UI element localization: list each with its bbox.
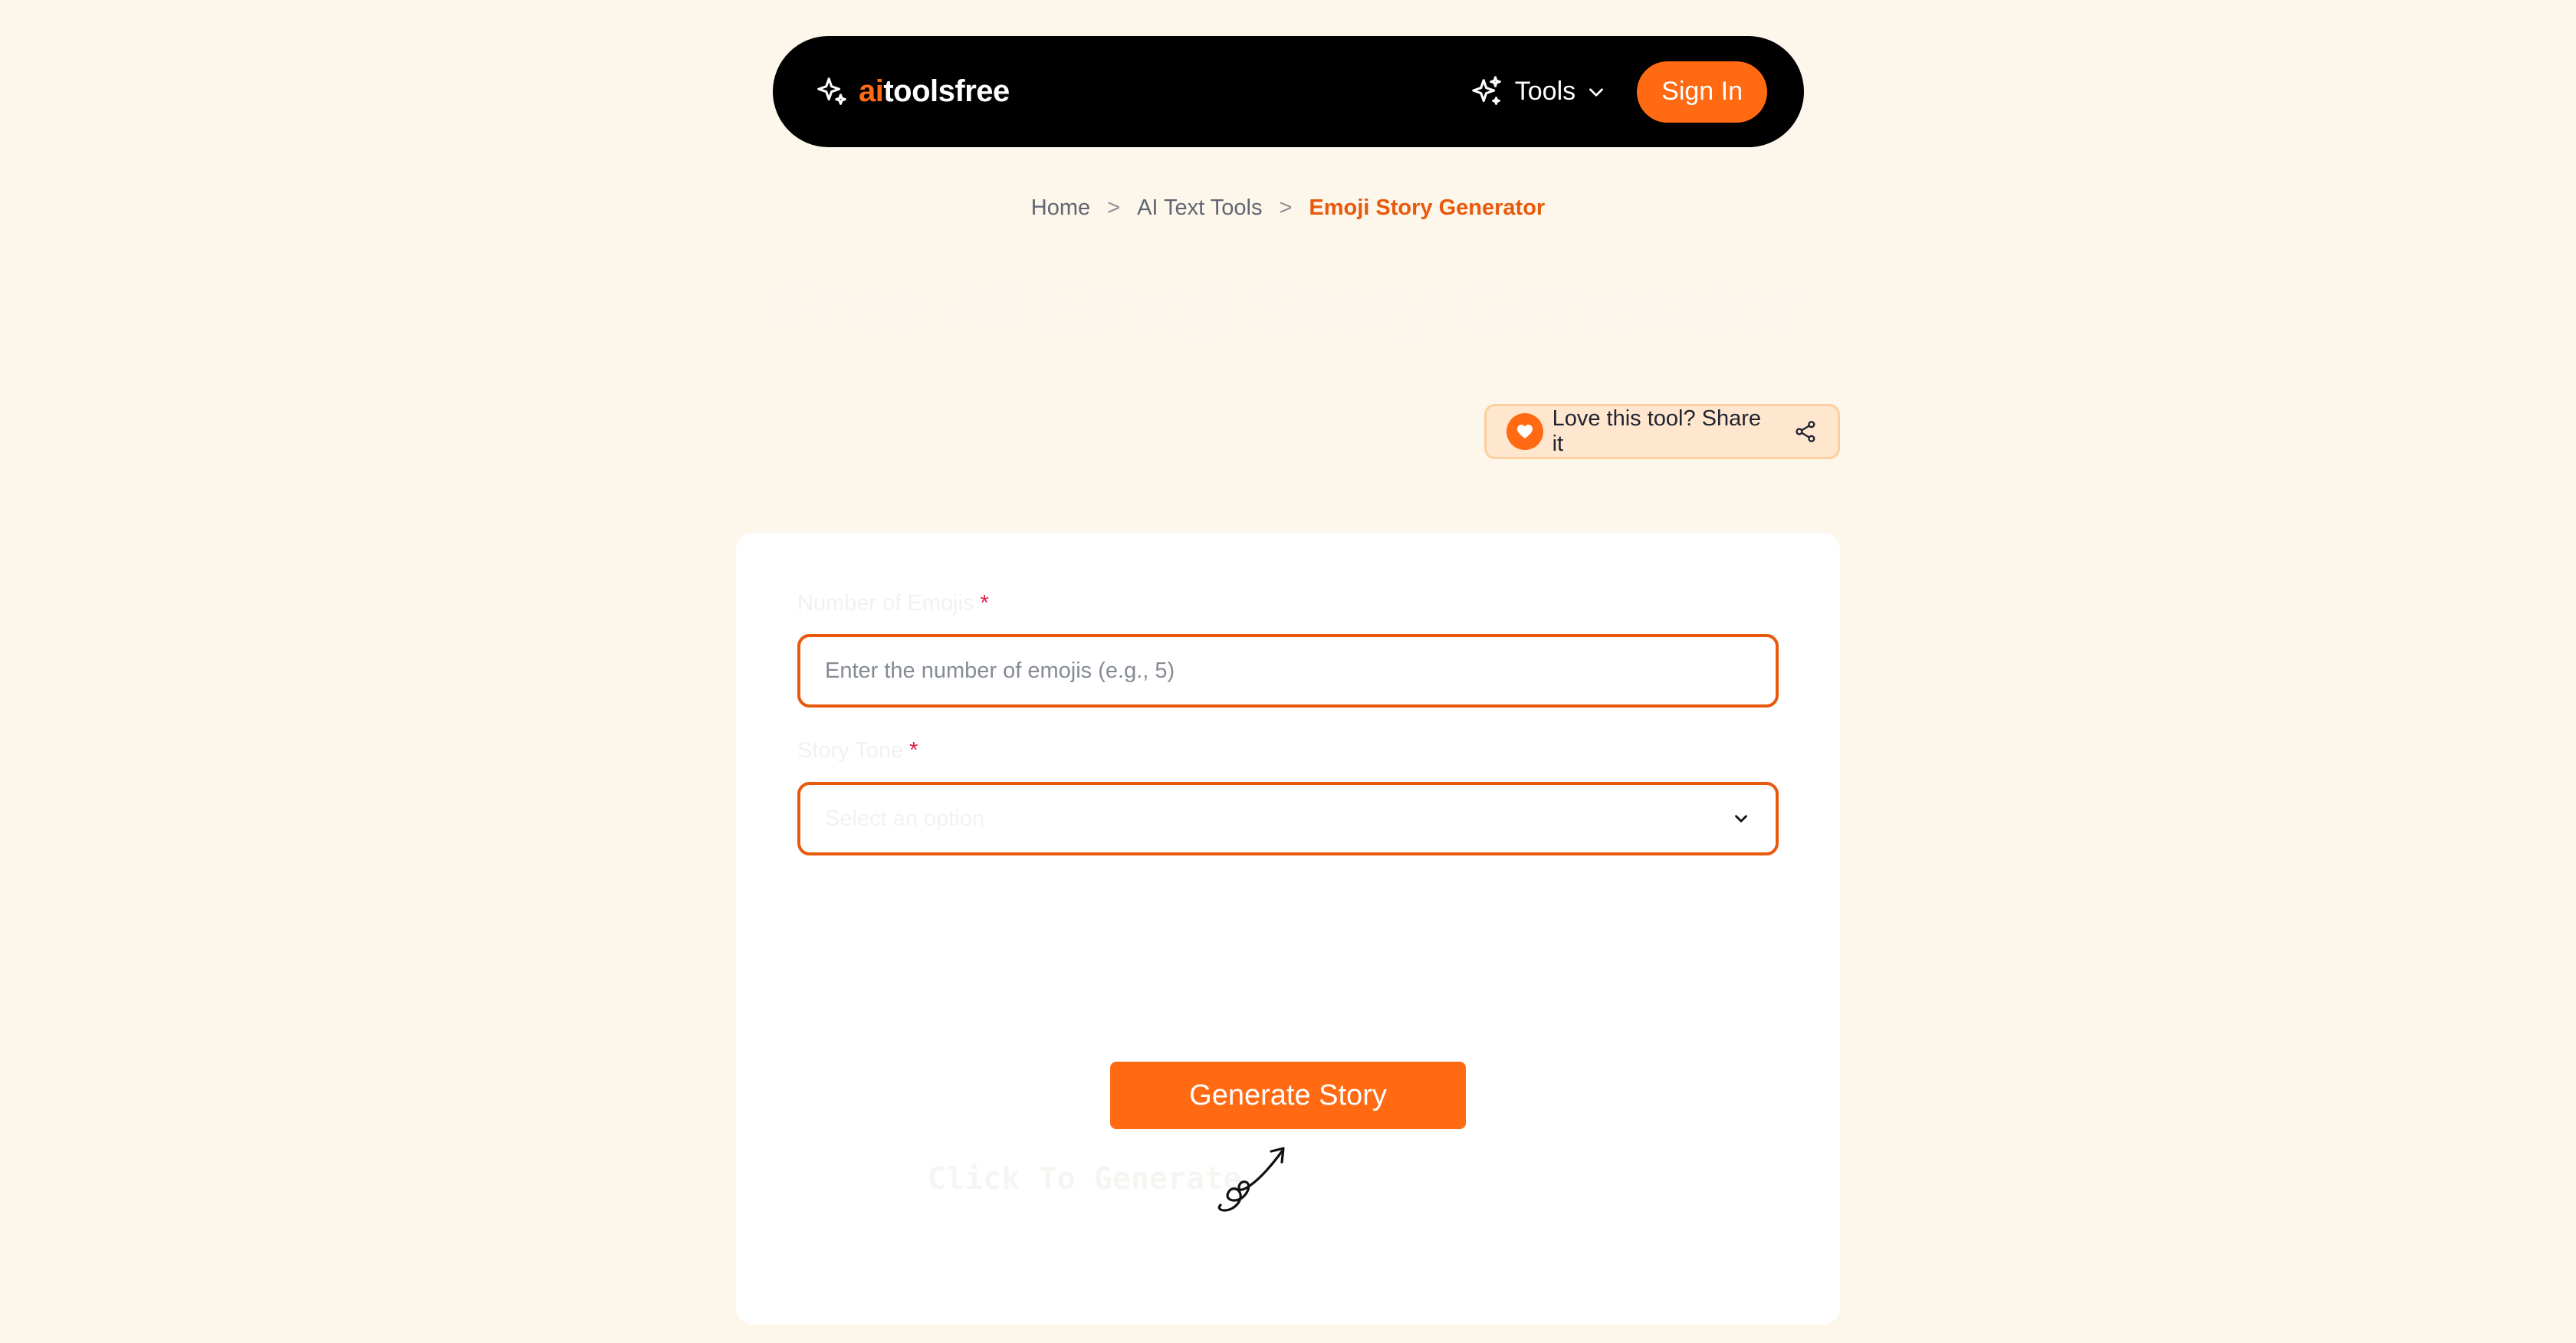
story-tone-label: Story Tone *	[797, 738, 918, 763]
breadcrumb-home[interactable]: Home	[1031, 195, 1090, 221]
heart-badge	[1506, 413, 1543, 450]
tools-label: Tools	[1514, 77, 1576, 106]
chevron-down-icon	[1735, 815, 1747, 823]
chevron-down-icon	[1589, 87, 1604, 97]
tools-dropdown-button[interactable]: Tools	[1469, 74, 1606, 110]
breadcrumb-current: Emoji Story Generator	[1309, 195, 1546, 220]
sign-in-button[interactable]: Sign In	[1637, 61, 1767, 123]
sparkle-logo-icon	[817, 77, 846, 105]
breadcrumb-ai-text-tools[interactable]: AI Text Tools	[1137, 195, 1262, 221]
page-title: Free AI Emoji Story Generator	[774, 265, 1802, 347]
generate-story-button[interactable]: Generate Story	[1110, 1062, 1466, 1129]
click-to-generate-hint: Click To Generate	[928, 1161, 1242, 1197]
logo[interactable]: aitoolsfree	[814, 74, 1010, 110]
nav-right: Tools Sign In	[1469, 61, 1767, 123]
required-mark: *	[980, 591, 989, 616]
breadcrumb: Home > AI Text Tools > Emoji Story Gener…	[0, 195, 2576, 221]
heart-icon	[1516, 425, 1533, 438]
breadcrumb-separator: >	[1107, 195, 1121, 220]
share-tool-button[interactable]: Love this tool? Share it	[1484, 404, 1840, 459]
share-label: Love this tool? Share it	[1552, 406, 1762, 456]
sparkle-icon	[1471, 75, 1501, 105]
navbar: aitoolsfree Tools Sign In	[773, 36, 1804, 147]
arrow-doodle-icon	[1217, 1147, 1285, 1212]
story-tone-placeholder: Select an option	[825, 806, 984, 831]
page: aitoolsfree Tools Sign In Home > AI Text…	[0, 0, 2576, 1343]
logo-text: aitoolsfree	[859, 74, 1010, 108]
emoji-count-label: Number of Emojis *	[797, 591, 989, 616]
emoji-count-input[interactable]	[797, 634, 1779, 708]
share-icon	[1796, 421, 1815, 442]
story-tone-select[interactable]: Select an option	[797, 782, 1779, 855]
breadcrumb-separator: >	[1279, 195, 1293, 220]
generator-card: Number of Emojis* Story Tone* Select an …	[736, 533, 1840, 1325]
required-mark: *	[909, 738, 918, 763]
